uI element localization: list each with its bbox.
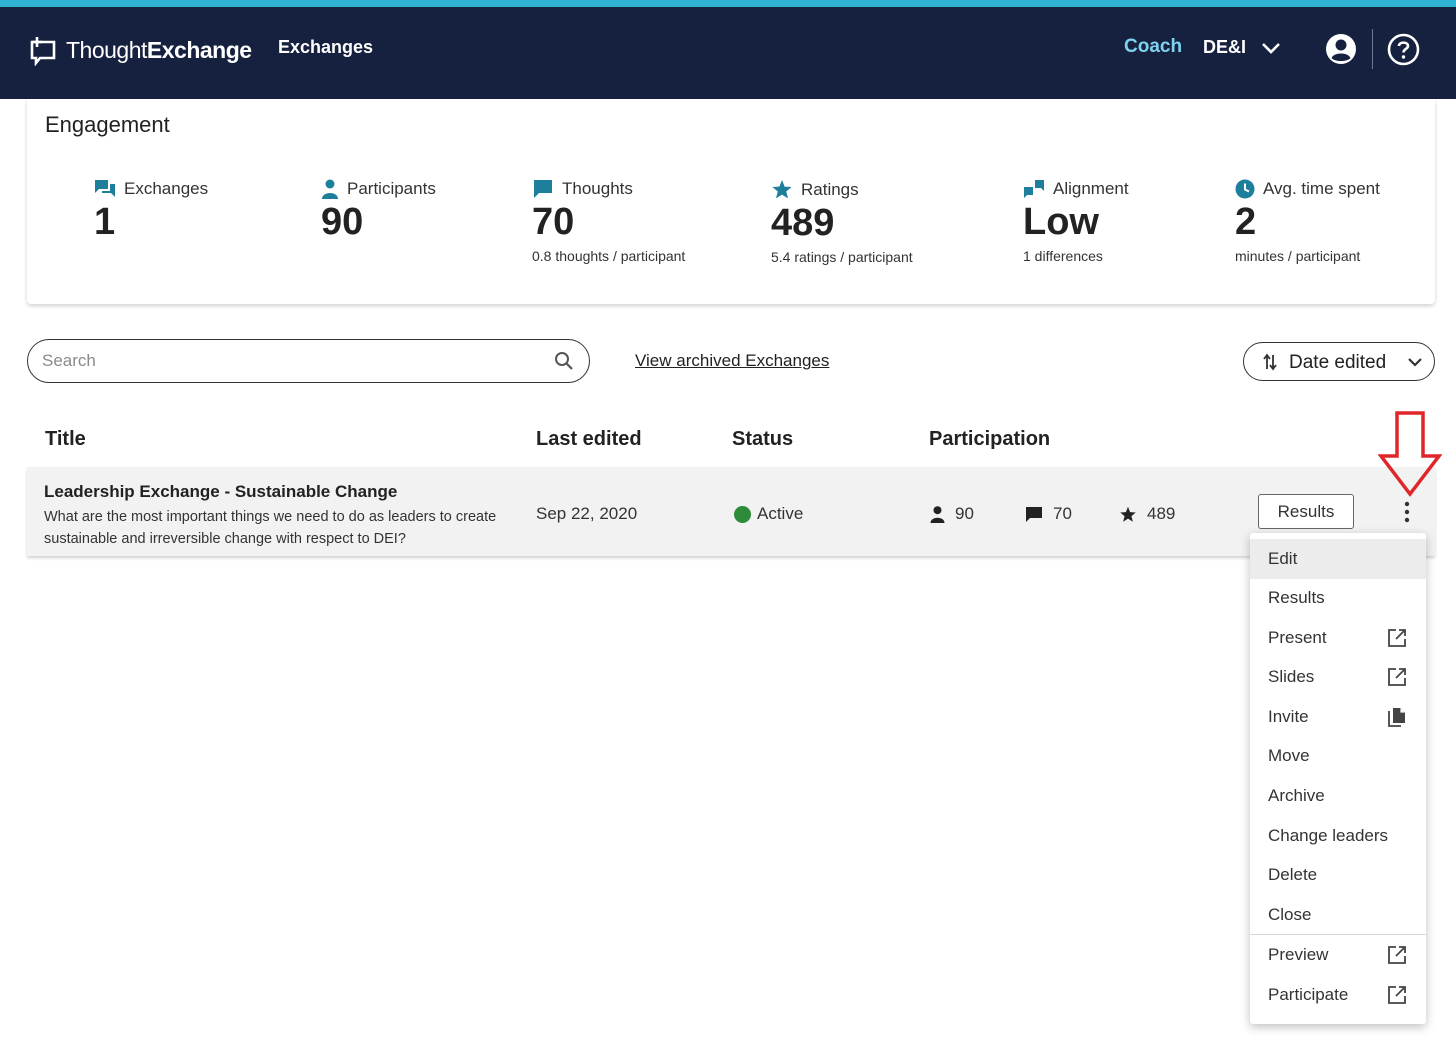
active-status-dot [734, 505, 751, 523]
stat-value: 90 [321, 201, 364, 243]
nav-exchanges-link[interactable]: Exchanges [278, 37, 373, 58]
menu-item-present[interactable]: Present [1250, 618, 1426, 658]
stat-label: Ratings [801, 179, 859, 199]
participants-metric: 90 [930, 504, 974, 524]
alignment-icon [1024, 180, 1044, 198]
engagement-title: Engagement [45, 112, 170, 137]
stat-subtext: 1 differences [1023, 248, 1103, 264]
chevron-down-icon [1408, 358, 1422, 367]
thoughts-count: 70 [1053, 504, 1072, 523]
annotation-arrow-icon [1378, 411, 1442, 497]
org-selector-label[interactable]: DE&I [1203, 37, 1246, 58]
column-header-participation[interactable]: Participation [929, 428, 1050, 451]
last-edited-date: Sep 22, 2020 [536, 504, 638, 523]
menu-item-slides[interactable]: Slides [1250, 657, 1426, 697]
stat-participants: Participants 90 [321, 179, 436, 244]
menu-item-results[interactable]: Results [1250, 578, 1426, 618]
top-accent-stripe [0, 0, 1456, 7]
menu-item-invite[interactable]: Invite [1250, 697, 1426, 737]
ratings-metric: 489 [1119, 504, 1175, 524]
top-navbar: ThoughtExchange Exchanges Coach DE&I [0, 7, 1456, 99]
help-icon[interactable] [1387, 33, 1420, 66]
person-icon [930, 505, 945, 523]
row-actions-menu: Edit Results Present Slides Invite Move … [1250, 533, 1426, 1024]
star-icon [772, 180, 792, 199]
stat-label: Thoughts [562, 179, 633, 198]
column-header-status[interactable]: Status [732, 428, 793, 451]
star-icon [1120, 506, 1136, 522]
search-icon[interactable] [554, 351, 574, 371]
stat-value: 70 [532, 201, 575, 243]
menu-item-archive[interactable]: Archive [1250, 776, 1426, 816]
person-icon [322, 179, 338, 199]
stat-alignment: Alignment Low 1 differences [1023, 179, 1129, 264]
results-button[interactable]: Results [1258, 494, 1354, 529]
external-link-icon [1388, 946, 1406, 964]
logo-icon [30, 37, 56, 66]
menu-item-edit[interactable]: Edit [1250, 539, 1426, 579]
sort-label: Date edited [1289, 352, 1387, 373]
menu-item-close[interactable]: Close [1250, 895, 1426, 935]
column-header-last-edited[interactable]: Last edited [536, 428, 642, 451]
stat-subtext: 5.4 ratings / participant [771, 249, 913, 265]
stat-value: 489 [771, 202, 835, 244]
stat-exchanges: Exchanges 1 [94, 179, 208, 244]
participants-count: 90 [955, 504, 974, 523]
table-row[interactable]: Leadership Exchange - Sustainable Change… [27, 467, 1435, 556]
chevron-down-icon[interactable] [1260, 39, 1282, 57]
exchange-description: What are the most important things we ne… [44, 509, 497, 547]
thoughts-metric: 70 [1025, 504, 1072, 524]
sort-icon [1263, 353, 1277, 371]
more-options-icon[interactable] [1399, 500, 1415, 524]
menu-item-change-leaders[interactable]: Change leaders [1250, 816, 1426, 856]
stat-value: 2 [1235, 201, 1257, 243]
logo-text: ThoughtExchange [66, 36, 252, 63]
chat-bubble-icon [1026, 506, 1042, 522]
stat-value: Low [1023, 201, 1099, 243]
stat-value: 1 [94, 201, 116, 243]
chat-bubble-icon [534, 180, 552, 198]
stat-label: Participants [347, 179, 436, 198]
stat-ratings: Ratings 489 5.4 ratings / participant [771, 179, 913, 266]
stat-label: Exchanges [124, 179, 209, 198]
nav-coach-link[interactable]: Coach [1124, 36, 1182, 58]
nav-divider [1372, 29, 1373, 69]
external-link-icon [1388, 668, 1406, 686]
external-link-icon [1388, 629, 1406, 647]
menu-item-move[interactable]: Move [1250, 736, 1426, 776]
stat-subtext: 0.8 thoughts / participant [532, 248, 686, 264]
menu-item-delete[interactable]: Delete [1250, 855, 1426, 895]
stat-subtext: minutes / participant [1235, 248, 1361, 264]
stat-label: Avg. time spent [1263, 179, 1380, 198]
stat-avg-time: Avg. time spent 2 minutes / participant [1235, 179, 1380, 264]
copy-icon [1388, 708, 1405, 727]
status-text: Active [757, 504, 804, 523]
search-box[interactable] [27, 339, 590, 383]
sort-dropdown[interactable]: Date edited [1243, 342, 1435, 381]
thoughtexchange-logo[interactable]: ThoughtExchange [28, 34, 252, 66]
status-badge: Active [734, 504, 803, 524]
external-link-icon [1388, 986, 1406, 1004]
clock-icon [1235, 179, 1255, 199]
exchange-title[interactable]: Leadership Exchange - Sustainable Change [44, 482, 397, 502]
menu-item-participate[interactable]: Participate [1250, 975, 1426, 1015]
column-header-title[interactable]: Title [45, 428, 86, 451]
ratings-count: 489 [1147, 504, 1176, 523]
stat-label: Alignment [1053, 179, 1129, 198]
stat-thoughts: Thoughts 70 0.8 thoughts / participant [532, 179, 685, 264]
engagement-card: Engagement Exchanges 1 Participants 90 T… [27, 99, 1435, 304]
user-account-icon[interactable] [1325, 33, 1357, 65]
chat-bubbles-icon [95, 180, 115, 197]
menu-item-preview[interactable]: Preview [1250, 935, 1426, 975]
view-archived-link[interactable]: View archived Exchanges [635, 351, 829, 371]
search-input[interactable] [42, 349, 542, 373]
